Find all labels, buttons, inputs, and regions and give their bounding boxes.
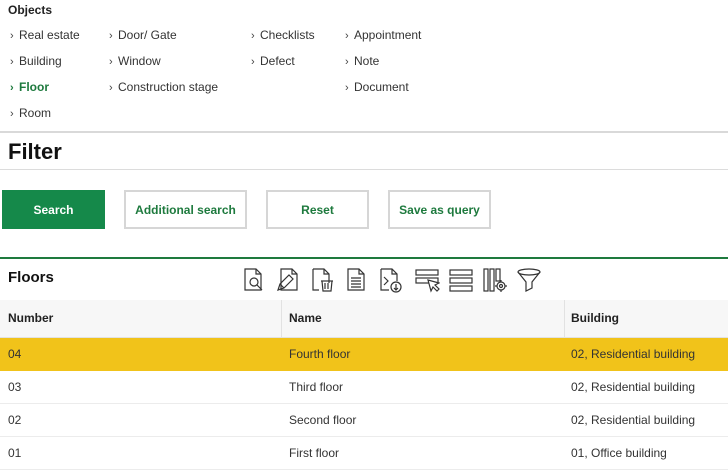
object-link-floor[interactable]: › Floor xyxy=(10,80,80,106)
object-link-checklists[interactable]: › Checklists xyxy=(251,28,315,54)
object-link-building[interactable]: › Building xyxy=(10,54,80,80)
column-header-building[interactable]: Building xyxy=(571,300,619,337)
list-rows-icon[interactable] xyxy=(448,266,474,294)
column-separator xyxy=(281,300,282,337)
additional-search-button[interactable]: Additional search xyxy=(124,190,247,229)
chevron-right-icon: › xyxy=(251,56,255,68)
delete-document-icon[interactable] xyxy=(309,266,335,294)
floors-heading: Floors xyxy=(8,269,54,286)
cell-number: 01 xyxy=(8,446,22,460)
objects-column-1: › Real estate › Building › Floor › Room xyxy=(10,28,80,132)
cell-building: 02, Residential building xyxy=(571,347,696,361)
objects-column-3: › Checklists › Defect xyxy=(251,28,315,80)
objects-column-2: › Door/ Gate › Window › Construction stage xyxy=(109,28,218,106)
cell-name: Fourth floor xyxy=(289,347,351,361)
cell-name: Second floor xyxy=(289,413,357,427)
column-header-name[interactable]: Name xyxy=(289,300,322,337)
results-divider xyxy=(0,257,728,259)
chevron-right-icon: › xyxy=(251,30,255,42)
chevron-right-icon: › xyxy=(345,30,349,42)
cell-building: 01, Office building xyxy=(571,446,667,460)
export-document-icon[interactable] xyxy=(377,266,403,294)
save-as-query-button[interactable]: Save as query xyxy=(388,190,491,229)
chevron-right-icon: › xyxy=(10,108,14,120)
table-header: Number Name Building xyxy=(0,300,728,338)
view-document-icon[interactable] xyxy=(241,266,267,294)
object-link-appointment[interactable]: › Appointment xyxy=(345,28,421,54)
object-link-window[interactable]: › Window xyxy=(109,54,218,80)
cell-building: 02, Residential building xyxy=(571,380,696,394)
chevron-right-icon: › xyxy=(109,82,113,94)
chevron-right-icon: › xyxy=(10,56,14,68)
edit-document-icon[interactable] xyxy=(275,266,301,294)
object-link-construction-stage[interactable]: › Construction stage xyxy=(109,80,218,106)
column-header-number[interactable]: Number xyxy=(8,300,53,337)
new-document-icon[interactable] xyxy=(343,266,369,294)
table-row[interactable]: 01 First floor 01, Office building xyxy=(0,437,728,470)
chevron-right-icon: › xyxy=(345,56,349,68)
object-link-door-gate[interactable]: › Door/ Gate xyxy=(109,28,218,54)
filter-funnel-icon[interactable] xyxy=(516,266,542,294)
cell-name: First floor xyxy=(289,446,340,460)
column-settings-icon[interactable] xyxy=(482,266,508,294)
object-link-note[interactable]: › Note xyxy=(345,54,421,80)
object-link-defect[interactable]: › Defect xyxy=(251,54,315,80)
filter-divider xyxy=(0,169,728,170)
section-divider xyxy=(0,131,728,133)
chevron-right-icon: › xyxy=(345,82,349,94)
cell-number: 03 xyxy=(8,380,22,394)
chevron-right-icon: › xyxy=(10,30,14,42)
search-button[interactable]: Search xyxy=(2,190,105,229)
filter-heading: Filter xyxy=(8,139,62,164)
reset-button[interactable]: Reset xyxy=(266,190,369,229)
object-link-document[interactable]: › Document xyxy=(345,80,421,106)
chevron-right-icon: › xyxy=(109,30,113,42)
cell-number: 04 xyxy=(8,347,22,361)
object-link-real-estate[interactable]: › Real estate xyxy=(10,28,80,54)
table-row[interactable]: 04 Fourth floor 02, Residential building xyxy=(0,338,728,371)
table-row[interactable]: 03 Third floor 02, Residential building xyxy=(0,371,728,404)
objects-column-4: › Appointment › Note › Document xyxy=(345,28,421,106)
chevron-right-icon: › xyxy=(10,82,14,94)
objects-heading: Objects xyxy=(8,3,53,17)
table-row[interactable]: 02 Second floor 02, Residential building xyxy=(0,404,728,437)
floors-table: Number Name Building 04 Fourth floor 02,… xyxy=(0,300,728,470)
column-separator xyxy=(564,300,565,337)
cell-building: 02, Residential building xyxy=(571,413,696,427)
chevron-right-icon: › xyxy=(109,56,113,68)
object-link-room[interactable]: › Room xyxy=(10,106,80,132)
cell-name: Third floor xyxy=(289,380,344,394)
cell-number: 02 xyxy=(8,413,22,427)
select-rows-icon[interactable] xyxy=(414,266,440,294)
